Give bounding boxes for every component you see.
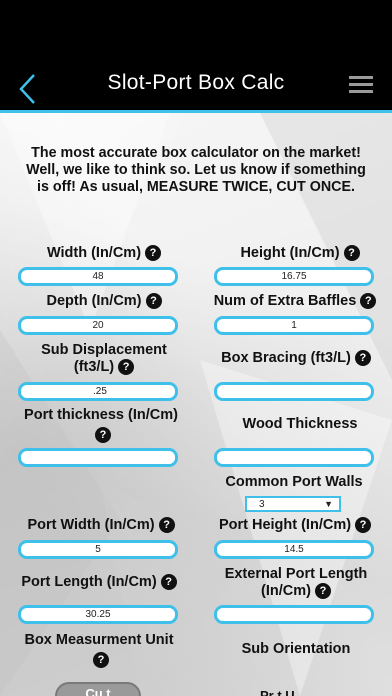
port-length-label: Port Length (In/Cm)? (4, 574, 194, 591)
box-measurement-unit-label: Box Measurment Unit ? (24, 632, 174, 669)
extra-baffles-input[interactable]: 1 (214, 316, 374, 335)
sub-displacement-label: Sub Displacement (ft3/L)? (41, 342, 167, 376)
port-height-input[interactable]: 14.5 (214, 540, 374, 559)
help-icon[interactable]: ? (158, 517, 175, 534)
help-icon[interactable]: ? (95, 427, 111, 444)
help-icon[interactable]: ? (93, 652, 109, 669)
port-length-input[interactable]: 30.25 (18, 605, 178, 624)
help-icon[interactable]: ? (145, 245, 162, 262)
external-port-length-input[interactable] (214, 605, 374, 624)
top-bar: Slot-Port Box Calc (0, 0, 392, 113)
height-label: Height (In/Cm)? (210, 245, 390, 262)
sub-orientation-label: Sub Orientation (241, 641, 351, 657)
help-icon[interactable]: ? (314, 583, 331, 600)
port-width-label: Port Width (In/Cm)? (8, 517, 194, 534)
help-icon[interactable]: ? (360, 293, 377, 310)
port-thickness-input[interactable] (18, 448, 178, 467)
intro-text: The most accurate box calculator on the … (26, 145, 366, 195)
help-icon[interactable]: ? (355, 517, 372, 534)
height-input[interactable]: 16.75 (214, 267, 374, 286)
extra-baffles-label: Num of Extra Baffles? (198, 293, 392, 310)
depth-label: Depth (In/Cm)? (14, 293, 194, 310)
depth-input[interactable]: 20 (18, 316, 178, 335)
wood-thickness-input[interactable] (214, 448, 374, 467)
port-width-input[interactable]: 5 (18, 540, 178, 559)
unit-toggle-button[interactable]: Cu t (55, 682, 141, 696)
common-port-walls-label: Common Port Walls (225, 474, 363, 490)
sub-displacement-input[interactable]: .25 (18, 382, 178, 401)
help-icon[interactable]: ? (343, 245, 360, 262)
help-icon[interactable]: ? (145, 293, 162, 310)
dropdown-arrow-icon: ▼ (324, 499, 333, 509)
help-icon[interactable]: ? (354, 350, 371, 367)
port-thickness-label: Port thickness (In/Cm) ? (24, 407, 178, 444)
external-port-length-label: External Port Length (In/Cm)? (224, 566, 368, 600)
box-bracing-label: Box Bracing (ft3/L)? (200, 350, 392, 367)
page-title: Slot-Port Box Calc (107, 71, 285, 94)
width-label: Width (In/Cm)? (14, 245, 194, 262)
hamburger-menu-icon[interactable] (349, 76, 373, 94)
wood-thickness-label: Wood Thickness (242, 416, 358, 432)
common-port-walls-select[interactable]: 3 ▼ (245, 496, 341, 512)
orientation-option-label[interactable]: Pr t U (260, 688, 295, 696)
port-height-label: Port Height (In/Cm)? (198, 517, 392, 534)
width-input[interactable]: 48 (18, 267, 178, 286)
help-icon[interactable]: ? (118, 359, 135, 376)
box-bracing-input[interactable] (214, 382, 374, 401)
help-icon[interactable]: ? (160, 574, 177, 591)
